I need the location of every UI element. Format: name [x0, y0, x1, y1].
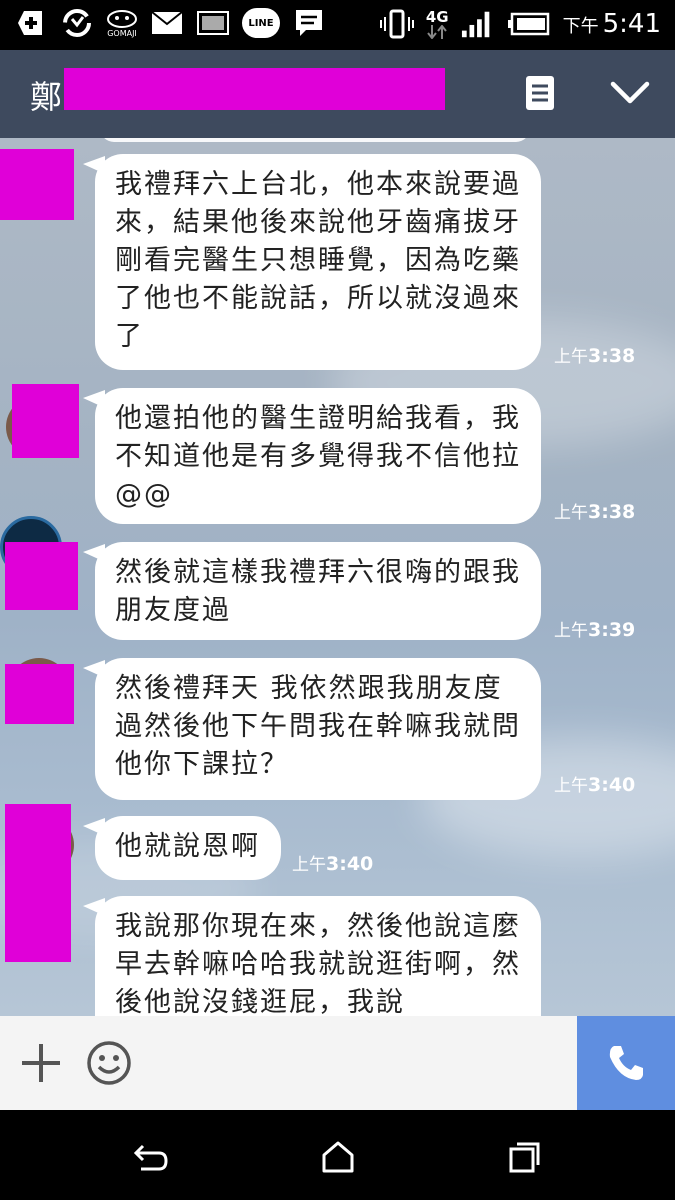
avatar[interactable] — [0, 149, 74, 220]
smiley-icon[interactable] — [86, 1040, 132, 1086]
avatar[interactable] — [5, 542, 78, 610]
timestamp-time: 3:39 — [588, 619, 636, 641]
timestamp-time: 3:38 — [588, 501, 636, 523]
clock-prefix: 下午 — [562, 16, 599, 37]
timestamp-time: 3:38 — [588, 345, 636, 367]
message-text: 他還拍他的醫生證明給我看，我不知道他是有多覺得我不信他拉@@ — [115, 403, 521, 510]
message-bubble[interactable]: 他還拍他的醫生證明給我看，我不知道他是有多覺得我不信他拉@@ — [95, 388, 541, 524]
timestamp-prefix: 上午 — [554, 776, 588, 796]
chat-header: 鄭 — [0, 50, 675, 138]
message-text: 我說那你現在來，然後他說這麼早去幹嘛哈哈我就說逛街啊，然後他說沒錢逛屁，我說 — [115, 911, 521, 1016]
chat-area[interactable]: 我禮拜六上台北，他本來說要過來，結果他後來說他牙齒痛拔牙剛看完醫生只想睡覺，因為… — [0, 138, 675, 1016]
network-type: 4G — [425, 7, 449, 26]
gomaji-label: GOMAJI — [107, 28, 137, 38]
back-icon[interactable] — [133, 1140, 169, 1174]
chevron-down-icon[interactable] — [610, 80, 650, 108]
message-text: 然後就這樣我禮拜六很嗨的跟我朋友度過 — [115, 557, 521, 626]
message-bubble[interactable]: 我禮拜六上台北，他本來說要過來，結果他後來說他牙齒痛拔牙剛看完醫生只想睡覺，因為… — [95, 154, 541, 370]
add-notification-icon — [14, 6, 48, 40]
message-text: 他就說恩啊 — [115, 831, 260, 862]
image-icon — [196, 6, 230, 40]
timestamp-time: 3:40 — [326, 853, 374, 875]
timestamp-prefix: 上午 — [554, 347, 588, 367]
status-bar: GOMAJI LINE 4G 下午 5:41 — [0, 0, 675, 50]
plus-icon[interactable] — [20, 1042, 62, 1084]
name-redaction — [64, 68, 445, 110]
avatar[interactable] — [12, 384, 79, 458]
phone-icon — [609, 1046, 643, 1080]
battery-icon — [507, 7, 551, 41]
home-icon[interactable] — [321, 1140, 357, 1174]
message-timestamp: 上午3:38 — [554, 342, 635, 367]
recent-apps-icon[interactable] — [508, 1140, 544, 1174]
avatar[interactable] — [5, 664, 74, 724]
timestamp-prefix: 上午 — [554, 621, 588, 641]
sync-icon — [60, 6, 94, 40]
message-timestamp: 上午3:40 — [292, 850, 373, 875]
message-bubble[interactable]: 然後禮拜天 我依然跟我朋友度過然後他下午問我在幹嘛我就問他你下課拉？ — [95, 658, 541, 800]
avatar[interactable] — [5, 804, 71, 962]
message-bubble[interactable]: 然後就這樣我禮拜六很嗨的跟我朋友度過 — [95, 542, 541, 640]
message-bubble[interactable]: 我說那你現在來，然後他說這麼早去幹嘛哈哈我就說逛街啊，然後他說沒錢逛屁，我說 — [95, 896, 541, 1016]
message-text: 然後禮拜天 我依然跟我朋友度過然後他下午問我在幹嘛我就問他你下課拉？ — [115, 673, 521, 780]
clock: 下午 5:41 — [563, 9, 661, 39]
message-bubble[interactable]: 他就說恩啊 — [95, 816, 281, 880]
network-indicator: 4G — [425, 7, 449, 39]
line-app-icon: LINE — [242, 8, 280, 38]
system-nav-bar — [0, 1110, 675, 1200]
previous-message-edge — [100, 138, 530, 142]
message-timestamp: 上午3:39 — [554, 616, 635, 641]
message-icon — [292, 6, 326, 40]
timestamp-time: 3:40 — [588, 774, 636, 796]
note-icon[interactable] — [526, 76, 554, 112]
line-label: LINE — [248, 17, 274, 29]
mail-icon — [150, 6, 184, 40]
timestamp-prefix: 上午 — [292, 855, 326, 875]
message-timestamp: 上午3:40 — [554, 771, 635, 796]
message-timestamp: 上午3:38 — [554, 498, 635, 523]
call-button[interactable] — [577, 1016, 675, 1110]
clock-time: 5:41 — [602, 9, 661, 39]
vibrate-icon — [379, 7, 414, 41]
timestamp-prefix: 上午 — [554, 503, 588, 523]
message-input-bar[interactable] — [0, 1016, 675, 1110]
contact-name: 鄭 — [30, 78, 63, 116]
message-text: 我禮拜六上台北，他本來說要過來，結果他後來說他牙齒痛拔牙剛看完醫生只想睡覺，因為… — [115, 169, 521, 352]
gomaji-icon: GOMAJI — [106, 9, 138, 38]
signal-icon — [461, 7, 495, 41]
